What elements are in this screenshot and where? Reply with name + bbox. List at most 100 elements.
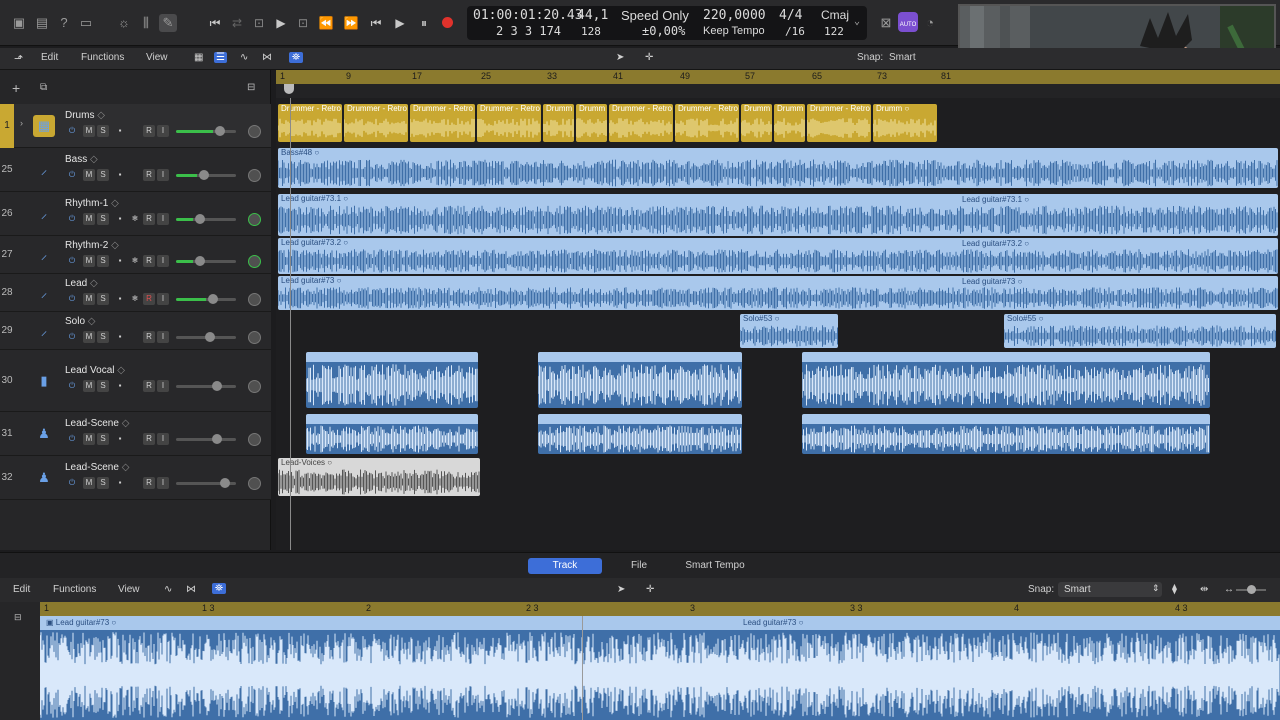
audio-region[interactable]: Lead-Voices ○ xyxy=(278,458,480,496)
mute-button[interactable]: M xyxy=(83,380,95,392)
track-name[interactable]: Lead-Scene ◇ xyxy=(65,462,129,473)
pan-knob[interactable] xyxy=(248,293,261,306)
record-enable-button[interactable]: R xyxy=(143,477,155,489)
input-monitor-button[interactable]: I xyxy=(157,331,169,343)
audio-region[interactable]: Lead Vocal#05.1 ○ xyxy=(306,414,478,454)
auto-button[interactable]: AUTO xyxy=(898,12,918,32)
power-icon[interactable]: ⏻ xyxy=(66,380,78,392)
volume-fader-knob[interactable] xyxy=(212,434,222,444)
rewind-button[interactable]: ⏪ xyxy=(316,13,336,33)
audio-region[interactable]: Drumm ○ xyxy=(873,104,937,142)
audio-region[interactable]: Drummer - Retro ○ xyxy=(344,104,408,142)
zoom-icon[interactable]: ↔ xyxy=(1224,584,1234,595)
power-icon[interactable]: ⏻ xyxy=(66,169,78,181)
pan-knob[interactable] xyxy=(248,380,261,393)
volume-fader[interactable] xyxy=(176,385,236,388)
metronome-icon[interactable]: ◔ xyxy=(921,14,939,32)
solo-button[interactable]: S xyxy=(97,433,109,445)
editor-snap-select[interactable]: Smart ⇕ xyxy=(1058,582,1162,597)
guitar-icon[interactable]: ⸝ xyxy=(33,203,55,225)
volume-fader-knob[interactable] xyxy=(215,126,225,136)
audio-region[interactable]: Drumm ○ xyxy=(576,104,607,142)
record-enable-button[interactable]: R xyxy=(143,293,155,305)
edit-menu[interactable]: Edit xyxy=(41,52,58,63)
inspector-icon[interactable]: ▤ xyxy=(33,14,51,32)
view-menu[interactable]: View xyxy=(146,52,168,63)
audio-region[interactable]: Drumm ○ xyxy=(543,104,574,142)
audio-region[interactable]: Bass#48 ○ xyxy=(278,148,1278,188)
input-monitor-button[interactable]: I xyxy=(157,293,169,305)
record-enable-button[interactable]: R xyxy=(143,255,155,267)
track-name[interactable]: Bass ◇ xyxy=(65,154,98,165)
track-name[interactable]: Rhythm-2 ◇ xyxy=(65,240,119,251)
editors-icon[interactable]: ✎ xyxy=(159,14,177,32)
flex-icon[interactable]: ∿ xyxy=(240,52,248,63)
freeze-icon[interactable]: ❄ xyxy=(129,213,141,225)
solo-button[interactable]: S xyxy=(97,331,109,343)
audio-region[interactable]: Drummer - Retro ○ xyxy=(609,104,673,142)
track-header-5[interactable]: 28 ⸝ Lead ◇ ⏻ M S ▪ ❄ R I xyxy=(0,274,271,312)
audio-region[interactable]: Drummer - Retro ○ xyxy=(807,104,871,142)
snap-toggle-icon[interactable]: ⋈ xyxy=(262,52,272,63)
pan-knob[interactable] xyxy=(248,125,261,138)
audio-region[interactable]: Lead guitar#73.1 ○ xyxy=(278,194,1278,236)
to-beginning-button[interactable]: ⏮ xyxy=(366,13,386,33)
replace-button[interactable]: ⊡ xyxy=(249,13,269,33)
solo-button[interactable]: S xyxy=(97,293,109,305)
library-icon[interactable]: ▣ xyxy=(10,14,28,32)
editor-catch-icon[interactable]: ⛯ xyxy=(212,583,226,594)
solo-button[interactable]: S xyxy=(97,213,109,225)
editor-snap-toggle-icon[interactable]: ⋈ xyxy=(186,584,196,595)
editor-view-menu[interactable]: View xyxy=(118,584,140,595)
grid-view-icon[interactable]: ▦ xyxy=(194,52,203,63)
help-icon[interactable]: ? xyxy=(55,14,73,32)
track-header-3[interactable]: 26 ⸝ Rhythm-1 ◇ ⏻ M S ▪ ❄ R I xyxy=(0,192,271,236)
pointer-tool-icon[interactable]: ➤ xyxy=(616,52,624,63)
mute-button[interactable]: M xyxy=(83,169,95,181)
audio-region[interactable]: Drumm ○ xyxy=(741,104,772,142)
lock-icon[interactable]: ▪ xyxy=(114,477,126,489)
audio-region[interactable]: Solo#55 ○ xyxy=(1004,314,1276,348)
mute-button[interactable]: M xyxy=(83,293,95,305)
power-icon[interactable]: ⏻ xyxy=(66,255,78,267)
track-header-8[interactable]: 31 ♟ Lead-Scene ◇ ⏻ M S ▪ R I xyxy=(0,412,271,456)
record-enable-button[interactable]: R xyxy=(143,433,155,445)
lock-icon[interactable]: ▪ xyxy=(114,331,126,343)
audio-region[interactable]: Solo#53 ○ xyxy=(740,314,838,348)
solo-button[interactable]: S xyxy=(97,125,109,137)
pan-knob[interactable] xyxy=(248,169,261,182)
editor-region-header[interactable]: ▣ Lead guitar#73 ○ Lead guitar#73 ○ xyxy=(40,616,1280,630)
cycle-button[interactable]: ⇄ xyxy=(227,13,247,33)
mute-button[interactable]: M xyxy=(83,125,95,137)
pan-knob[interactable] xyxy=(248,477,261,490)
record-enable-button[interactable]: R xyxy=(143,331,155,343)
add-track-icon[interactable]: + xyxy=(12,80,20,96)
pan-knob[interactable] xyxy=(248,433,261,446)
record-button[interactable] xyxy=(442,17,453,28)
play-button[interactable]: ▶ xyxy=(390,13,410,33)
editor-settings-icon[interactable]: ⊟ xyxy=(14,612,22,623)
list-view-icon[interactable]: ☰ xyxy=(214,52,227,63)
track-header-9[interactable]: 32 ♟ Lead-Scene ◇ ⏻ M S ▪ R I xyxy=(0,456,271,500)
lcd-display[interactable]: 01:00:01:20.43 2 3 3 174 44,1 128 Speed … xyxy=(467,6,867,40)
forward-button[interactable]: ⏩ xyxy=(341,13,361,33)
volume-fader-knob[interactable] xyxy=(205,332,215,342)
solo-button[interactable]: S xyxy=(97,255,109,267)
track-name[interactable]: Drums ◇ xyxy=(65,110,105,121)
smart-controls-icon[interactable]: ☼ xyxy=(115,14,133,32)
track-header-2[interactable]: 25 ⸝ Bass ◇ ⏻ M S ▪ R I xyxy=(0,148,271,192)
solo-button[interactable]: S xyxy=(97,380,109,392)
drums-icon[interactable]: ▦ xyxy=(33,115,55,137)
arrange-area[interactable]: Drummer - Retro ○ Drummer - Retro ○ Drumme… xyxy=(276,98,1280,550)
volume-fader-knob[interactable] xyxy=(199,170,209,180)
lock-icon[interactable]: ▪ xyxy=(114,213,126,225)
guitar-icon[interactable]: ⸝ xyxy=(33,320,55,342)
guitar-icon[interactable]: ⸝ xyxy=(33,159,55,181)
power-icon[interactable]: ⏻ xyxy=(66,125,78,137)
pan-knob[interactable] xyxy=(248,255,261,268)
pause-button[interactable]: ⏸ xyxy=(414,13,434,33)
volume-fader-knob[interactable] xyxy=(195,256,205,266)
editor-edit-menu[interactable]: Edit xyxy=(13,584,30,595)
guitar-icon[interactable]: ⸝ xyxy=(33,282,55,304)
volume-fader[interactable] xyxy=(176,260,236,263)
